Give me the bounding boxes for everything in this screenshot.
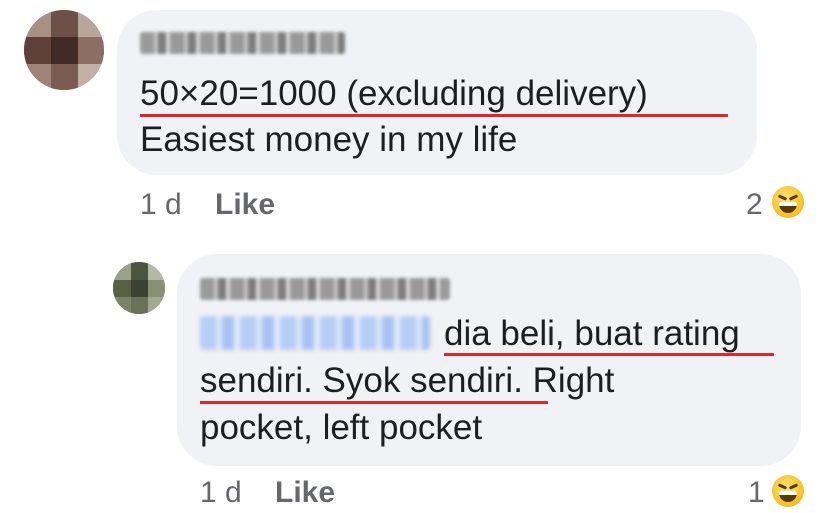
comment-text-line-1: 50×20=1000 (excluding delivery)	[140, 74, 648, 113]
haha-emoji-icon[interactable]	[772, 186, 804, 218]
highlight-underline	[444, 353, 774, 356]
reply-timestamp[interactable]: 1 d	[200, 476, 242, 510]
highlight-underline	[200, 401, 548, 404]
mention-tag-redacted[interactable]	[200, 316, 430, 350]
reply-text-line-1: dia beli, buat rating	[444, 314, 740, 353]
reply-like-button[interactable]: Like	[275, 476, 335, 510]
comment-timestamp[interactable]: 1 d	[140, 188, 182, 222]
reply-text-line-3: pocket, left pocket	[200, 408, 483, 447]
comment-reaction-count[interactable]: 2	[746, 188, 763, 222]
comment-like-button[interactable]: Like	[215, 188, 275, 222]
reply-reaction-count[interactable]: 1	[748, 476, 765, 510]
comment-text-line-2: Easiest money in my life	[140, 120, 518, 159]
haha-emoji-icon[interactable]	[772, 475, 804, 507]
replier-avatar[interactable]	[113, 262, 165, 314]
commenter-name-redacted[interactable]	[140, 32, 345, 54]
highlight-underline	[140, 114, 728, 117]
commenter-avatar[interactable]	[24, 10, 104, 90]
reply-text-line-2: sendiri. Syok sendiri. Right	[200, 361, 615, 400]
replier-name-redacted[interactable]	[200, 278, 450, 300]
